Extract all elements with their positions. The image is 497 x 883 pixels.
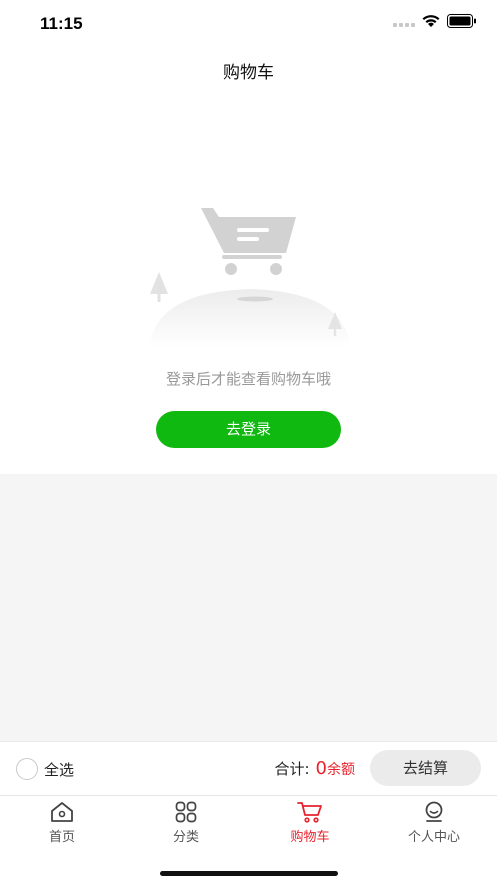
page-title: 购物车	[223, 63, 274, 83]
status-icons	[393, 14, 477, 28]
tab-profile-label: 个人中心	[407, 830, 460, 845]
total-label: 合计:	[274, 760, 310, 778]
home-icon	[51, 802, 73, 822]
tab-cart[interactable]: 购物车	[248, 800, 372, 848]
select-all-toggle[interactable]: 全选	[16, 758, 74, 780]
tab-cart-label: 购物车	[290, 830, 330, 845]
login-button[interactable]: 去登录	[156, 411, 341, 448]
profile-icon	[425, 801, 443, 822]
category-grid-icon	[175, 801, 197, 823]
login-required-message: 登录后才能查看购物车哦	[165, 370, 331, 388]
bottom-tab-bar: 首页 分类 购物车 个人中心	[0, 795, 497, 883]
cart-empty-state: 登录后才能查看购物车哦 去登录	[0, 92, 497, 474]
signal-icon	[393, 15, 415, 27]
wifi-icon	[422, 15, 440, 27]
total-value: 0	[315, 758, 327, 779]
tab-category-label: 分类	[172, 830, 199, 845]
tab-category[interactable]: 分类	[124, 800, 248, 848]
empty-cart-illustration	[150, 208, 350, 347]
home-indicator	[160, 871, 338, 876]
status-time: 11:15	[40, 14, 83, 33]
cart-icon	[297, 802, 322, 823]
status-bar: 11:15	[0, 0, 497, 48]
select-all-radio[interactable]	[16, 758, 38, 780]
cart-summary-bar: 全选 合计: 0 余额 去结算	[0, 741, 497, 795]
battery-icon	[447, 14, 476, 28]
select-all-label: 全选	[44, 760, 75, 779]
checkout-button[interactable]: 去结算	[370, 750, 481, 786]
total-unit: 余额	[327, 762, 355, 778]
tab-home[interactable]: 首页	[0, 800, 124, 848]
nav-bar: 购物车	[0, 48, 497, 92]
tab-home-label: 首页	[48, 830, 75, 845]
tab-profile[interactable]: 个人中心	[372, 800, 496, 848]
total-amount: 合计: 0 余额	[274, 758, 355, 779]
